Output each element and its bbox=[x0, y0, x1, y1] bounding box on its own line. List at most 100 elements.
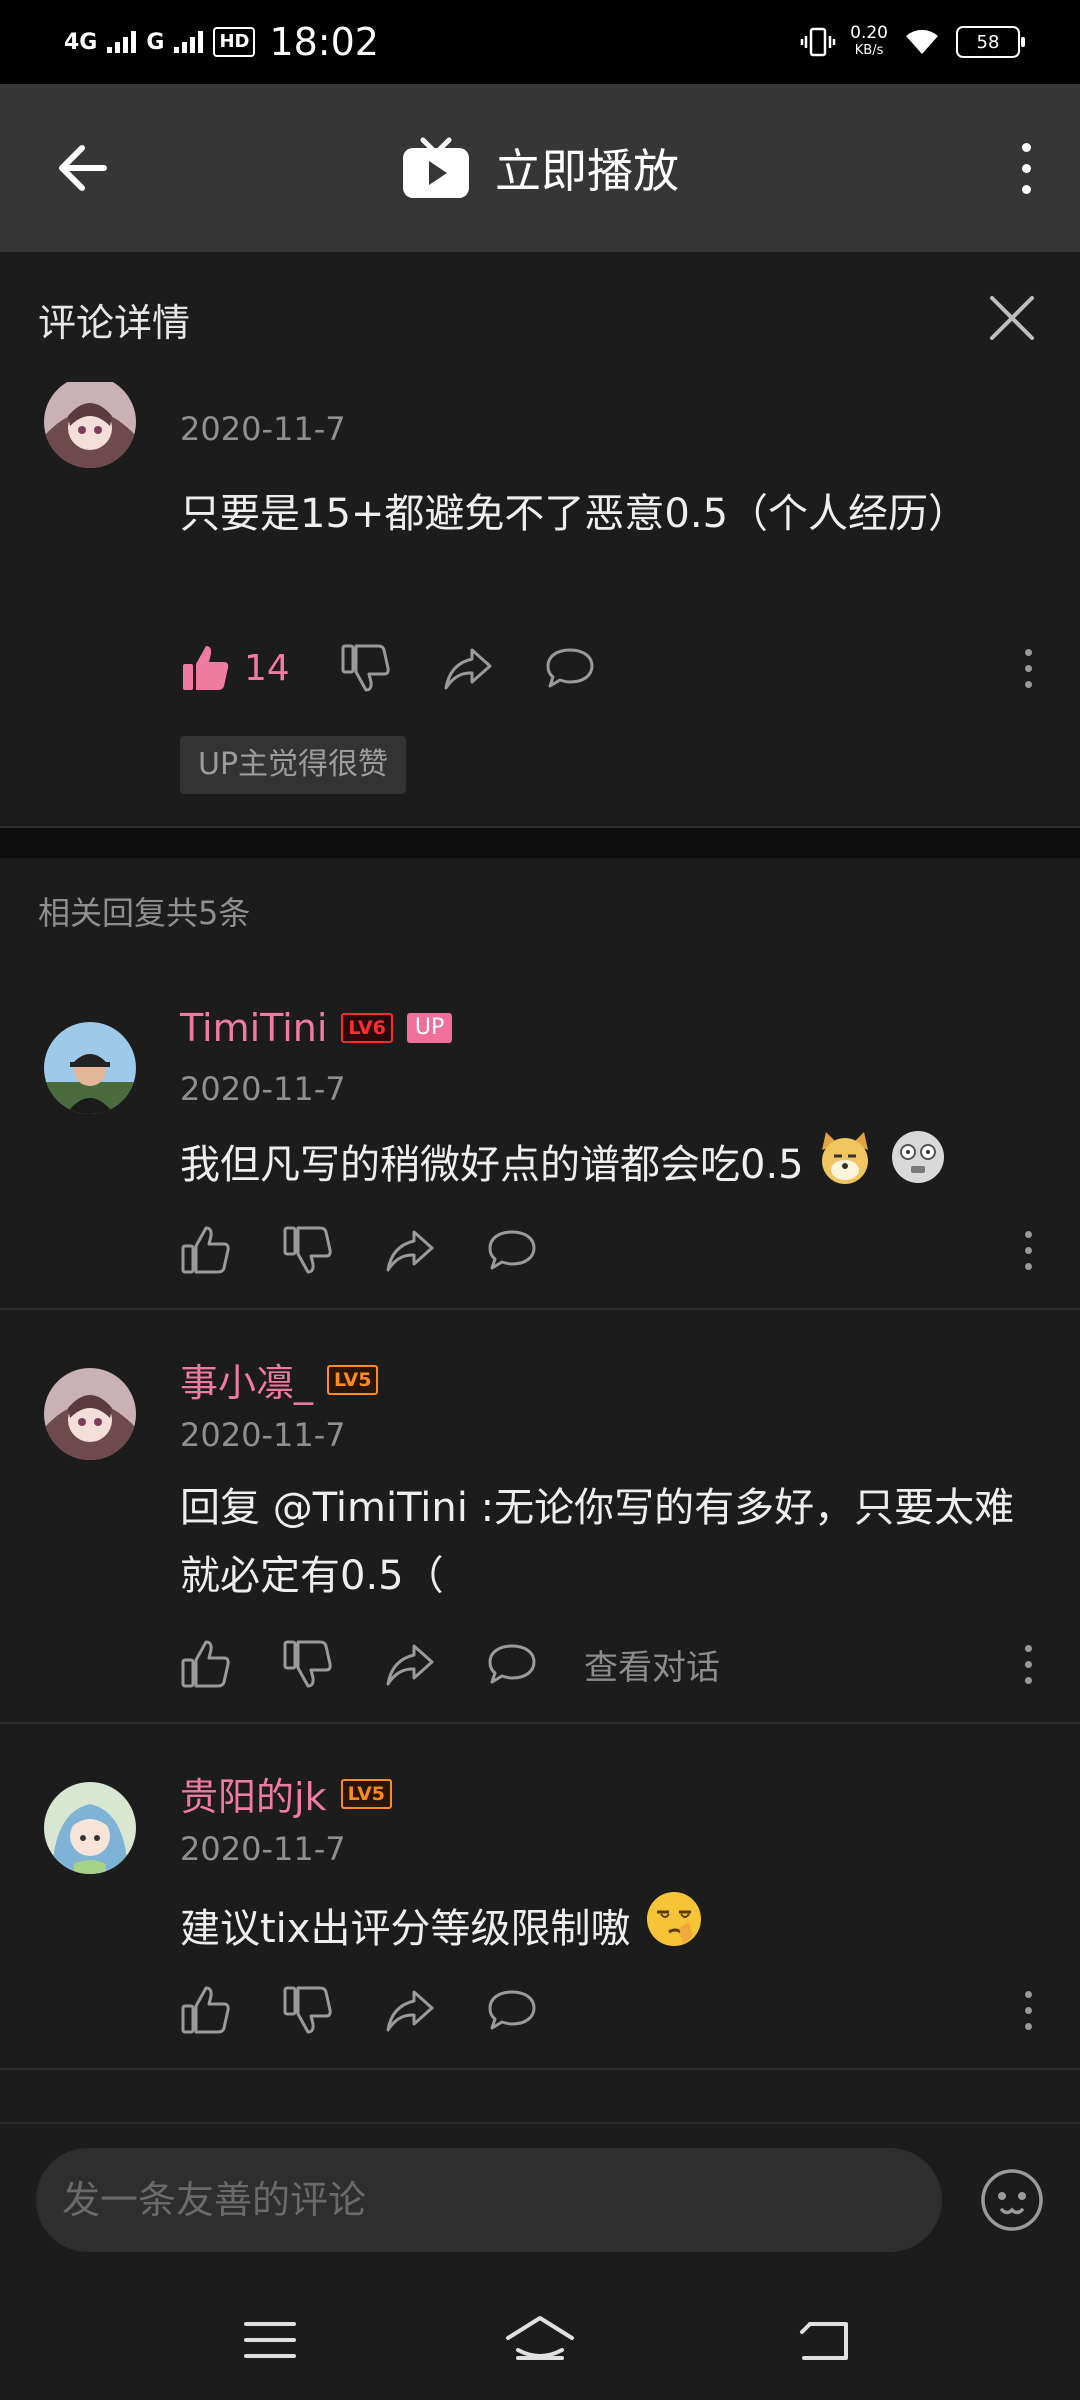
like-button[interactable] bbox=[180, 1638, 232, 1690]
share-icon bbox=[386, 1230, 434, 1272]
username-label: 事小凛_ bbox=[180, 1361, 314, 1405]
comment-bubble-icon bbox=[488, 1644, 536, 1684]
like-count: 14 bbox=[244, 647, 290, 689]
thumbs-up-filled-icon bbox=[183, 646, 229, 690]
dislike-button[interactable] bbox=[340, 642, 392, 694]
level-badge: LV6 bbox=[341, 1013, 393, 1043]
reply-more-button[interactable] bbox=[1016, 1986, 1040, 2034]
reply-date: 2020-11-7 bbox=[180, 1830, 346, 1868]
divider bbox=[0, 2068, 1080, 2070]
network-type-label: 4G bbox=[64, 29, 98, 55]
like-button[interactable] bbox=[180, 1224, 232, 1276]
comment-input[interactable] bbox=[36, 2148, 942, 2252]
dislike-button[interactable] bbox=[282, 1638, 334, 1690]
home-icon bbox=[506, 2316, 574, 2360]
close-button[interactable] bbox=[982, 288, 1042, 348]
home-nav-button[interactable] bbox=[504, 2308, 576, 2372]
divider bbox=[0, 1722, 1080, 1724]
avatar[interactable] bbox=[44, 1022, 136, 1114]
system-nav-bar bbox=[0, 2280, 1080, 2400]
signal-icon bbox=[107, 31, 137, 53]
wifi-icon bbox=[906, 29, 938, 54]
reply-username[interactable]: 事小凛_ LV5 bbox=[180, 1352, 379, 1407]
like-button[interactable] bbox=[180, 1984, 232, 2036]
vibrate-icon bbox=[800, 27, 836, 57]
comment-actions: 14 bbox=[180, 638, 1040, 698]
ghost-emoji-icon bbox=[892, 1131, 945, 1183]
status-bar: 4G G HD 18:02 0.20 KB/s 58 bbox=[0, 0, 1080, 84]
smug-emoji-icon bbox=[647, 1892, 702, 1946]
avatar[interactable] bbox=[44, 1368, 136, 1460]
thumbs-down-icon bbox=[283, 1640, 332, 1688]
emoji-button[interactable] bbox=[980, 2168, 1044, 2232]
thumbs-down-icon bbox=[283, 1226, 332, 1274]
reply-button[interactable] bbox=[544, 642, 596, 694]
username-label: TimiTini bbox=[180, 1006, 328, 1050]
reply-more-button[interactable] bbox=[1016, 1226, 1040, 1274]
share-icon bbox=[386, 1990, 434, 2032]
reply-username[interactable]: TimiTini LV6 UP bbox=[180, 1006, 453, 1050]
play-now-button[interactable]: 立即播放 bbox=[0, 128, 1080, 208]
thumbs-up-icon bbox=[181, 1640, 230, 1688]
reply-button[interactable] bbox=[486, 1224, 538, 1276]
comment-list[interactable]: 2020-11-7 只要是15+都避免不了恶意0.5（个人经历） 14 UP主觉… bbox=[0, 382, 1080, 2122]
reply-actions bbox=[180, 1980, 1040, 2040]
avatar[interactable] bbox=[44, 1782, 136, 1874]
comment-detail-header: 评论详情 bbox=[0, 252, 1080, 382]
reply-date: 2020-11-7 bbox=[180, 1416, 346, 1454]
signal-icon-2 bbox=[174, 31, 204, 53]
reply-button[interactable] bbox=[486, 1984, 538, 2036]
comment-more-button[interactable] bbox=[1016, 644, 1040, 692]
menu-icon bbox=[244, 2322, 296, 2358]
comment-date: 2020-11-7 bbox=[180, 410, 346, 448]
avatar[interactable] bbox=[44, 382, 136, 468]
comment-detail-title: 评论详情 bbox=[38, 301, 191, 345]
share-button[interactable] bbox=[384, 1224, 436, 1276]
reply-text: 建议tix出评分等级限制嗷 bbox=[180, 1888, 1040, 1963]
comment-bubble-icon bbox=[488, 1990, 536, 2030]
like-button[interactable] bbox=[180, 642, 232, 694]
comment-input-bar bbox=[0, 2122, 1080, 2280]
close-icon bbox=[990, 296, 1034, 340]
reply-actions bbox=[180, 1220, 1040, 1280]
level-badge: LV5 bbox=[340, 1778, 392, 1809]
share-button[interactable] bbox=[384, 1638, 436, 1690]
section-gap bbox=[0, 828, 1080, 858]
share-icon bbox=[444, 648, 492, 690]
doge-emoji-icon bbox=[822, 1132, 869, 1184]
username-label: 贵阳的jk bbox=[180, 1775, 327, 1819]
up-liked-badge: UP主觉得很赞 bbox=[180, 736, 407, 794]
comment-bubble-icon bbox=[546, 648, 594, 688]
status-left: 4G G HD 18:02 bbox=[64, 18, 379, 66]
status-right: 0.20 KB/s 58 bbox=[800, 18, 1025, 66]
more-options-button[interactable] bbox=[996, 128, 1056, 208]
thumbs-down-icon bbox=[283, 1986, 332, 2034]
emoji-face-icon bbox=[981, 2169, 1043, 2231]
share-button[interactable] bbox=[384, 1984, 436, 2036]
top-bar: 立即播放 bbox=[0, 84, 1080, 252]
share-icon bbox=[386, 1644, 434, 1686]
battery-icon: 58 bbox=[956, 26, 1025, 58]
dislike-button[interactable] bbox=[282, 1984, 334, 2036]
tv-play-icon bbox=[403, 137, 469, 198]
comment-bubble-icon bbox=[488, 1230, 536, 1270]
view-conversation-link[interactable]: 查看对话 bbox=[584, 1640, 720, 1689]
share-button[interactable] bbox=[442, 642, 494, 694]
reply-username[interactable]: 贵阳的jk LV5 bbox=[180, 1766, 392, 1821]
network-type-label-2: G bbox=[146, 29, 165, 55]
hd-icon: HD bbox=[213, 27, 256, 57]
clock: 18:02 bbox=[269, 20, 379, 64]
reply-date: 2020-11-7 bbox=[180, 1070, 346, 1108]
reply-text: 我但凡写的稍微好点的谱都会吃0.5 bbox=[180, 1128, 1040, 1199]
thumbs-up-icon bbox=[181, 1226, 230, 1274]
divider bbox=[0, 1308, 1080, 1310]
reply-text: 回复 @TimiTini :无论你写的有多好，只要太难就必定有0.5（ bbox=[180, 1485, 1015, 1599]
reply-count: 相关回复共5条 bbox=[38, 894, 251, 932]
dislike-button[interactable] bbox=[282, 1224, 334, 1276]
level-badge: LV5 bbox=[327, 1364, 379, 1395]
reply-more-button[interactable] bbox=[1016, 1640, 1040, 1688]
back-nav-button[interactable] bbox=[792, 2308, 856, 2372]
reply-actions: 查看对话 bbox=[180, 1634, 1040, 1694]
reply-button[interactable] bbox=[486, 1638, 538, 1690]
menu-nav-button[interactable] bbox=[238, 2308, 302, 2372]
